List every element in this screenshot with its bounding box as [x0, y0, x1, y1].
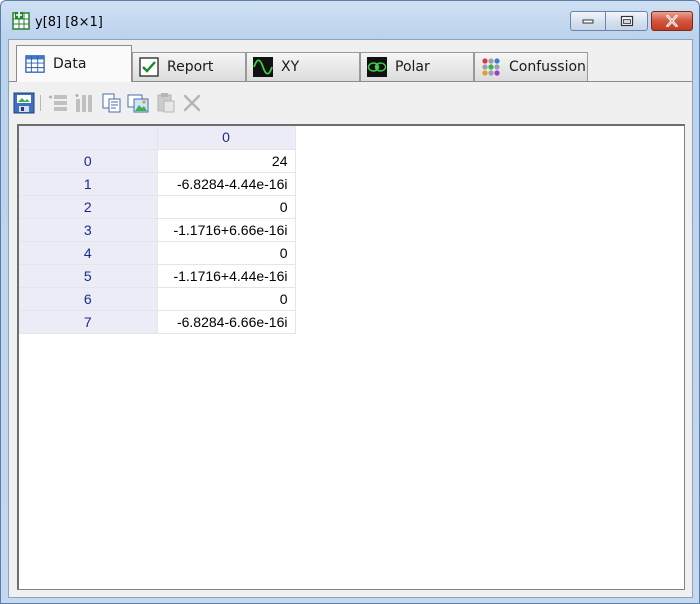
tab-data[interactable]: Data: [16, 45, 132, 82]
confusion-dots-icon: [482, 58, 500, 76]
copy-image-icon[interactable]: [127, 92, 149, 114]
maximize-icon: [620, 15, 633, 27]
close-button[interactable]: [651, 11, 693, 31]
insert-row-icon[interactable]: [47, 92, 69, 114]
minimize-button[interactable]: [570, 11, 606, 31]
close-icon: [666, 15, 678, 27]
toolbar-separator: [40, 95, 41, 111]
polar-plot-icon: [367, 57, 387, 77]
client-area: Data Report XY Polar Confussion 0 0 24 1…: [8, 39, 693, 598]
column-header[interactable]: 0: [157, 126, 296, 150]
tab-report[interactable]: Report: [132, 52, 246, 81]
copy-icon[interactable]: [101, 92, 123, 114]
table-row: 3 -1.1716+6.66e-16i: [19, 218, 296, 242]
table-row: 2 0: [19, 195, 296, 219]
row-header[interactable]: 3: [19, 218, 158, 242]
grid-corner[interactable]: [19, 126, 158, 150]
table-icon: [25, 55, 45, 73]
app-window: y[8] [8×1] Data Report XY Polar Confussi…: [0, 0, 700, 604]
insert-column-icon[interactable]: [73, 92, 95, 114]
table-row: 4 0: [19, 241, 296, 265]
save-image-icon[interactable]: [13, 92, 35, 114]
row-header[interactable]: 2: [19, 195, 158, 219]
table-row: 5 -1.1716+4.44e-16i: [19, 264, 296, 288]
maximize-button[interactable]: [606, 11, 648, 31]
data-table: 0 0 24 1 -6.8284-4.44e-16i 2 0 3 -1.1716…: [19, 126, 296, 334]
minimize-icon: [582, 19, 594, 24]
title-bar[interactable]: y[8] [8×1]: [1, 1, 699, 39]
window-title: y[8] [8×1]: [35, 15, 103, 30]
row-header[interactable]: 7: [19, 310, 158, 334]
header-row: 0: [19, 126, 296, 150]
data-grid[interactable]: 0 0 24 1 -6.8284-4.44e-16i 2 0 3 -1.1716…: [17, 124, 685, 590]
table-cell[interactable]: -6.8284-6.66e-16i: [157, 310, 296, 334]
table-cell[interactable]: -6.8284-4.44e-16i: [157, 172, 296, 196]
tab-label: Confussion: [509, 59, 586, 75]
table-cell[interactable]: 24: [157, 149, 296, 173]
table-row: 1 -6.8284-4.44e-16i: [19, 172, 296, 196]
row-header[interactable]: 5: [19, 264, 158, 288]
paste-icon[interactable]: [155, 92, 177, 114]
tab-polar[interactable]: Polar: [360, 52, 474, 81]
tab-label: XY: [281, 59, 300, 75]
checkmark-icon: [139, 57, 159, 77]
table-row: 7 -6.8284-6.66e-16i: [19, 310, 296, 334]
row-header[interactable]: 0: [19, 149, 158, 173]
delete-icon[interactable]: [181, 92, 203, 114]
table-row: 6 0: [19, 287, 296, 311]
sine-wave-icon: [253, 57, 273, 77]
table-cell[interactable]: 0: [157, 287, 296, 311]
table-cell[interactable]: 0: [157, 241, 296, 265]
tab-label: Polar: [395, 59, 430, 75]
row-header[interactable]: 4: [19, 241, 158, 265]
matrix-window-icon: [12, 12, 30, 30]
tab-confussion[interactable]: Confussion: [474, 52, 588, 81]
table-cell[interactable]: -1.1716+4.44e-16i: [157, 264, 296, 288]
table-cell[interactable]: 0: [157, 195, 296, 219]
tab-label: Data: [53, 56, 87, 72]
tab-xy[interactable]: XY: [246, 52, 360, 81]
tab-label: Report: [167, 59, 214, 75]
table-cell[interactable]: -1.1716+6.66e-16i: [157, 218, 296, 242]
row-header[interactable]: 1: [19, 172, 158, 196]
table-row: 0 24: [19, 149, 296, 173]
row-header[interactable]: 6: [19, 287, 158, 311]
toolbar: [9, 83, 692, 121]
tab-strip: Data Report XY Polar Confussion: [9, 40, 692, 82]
